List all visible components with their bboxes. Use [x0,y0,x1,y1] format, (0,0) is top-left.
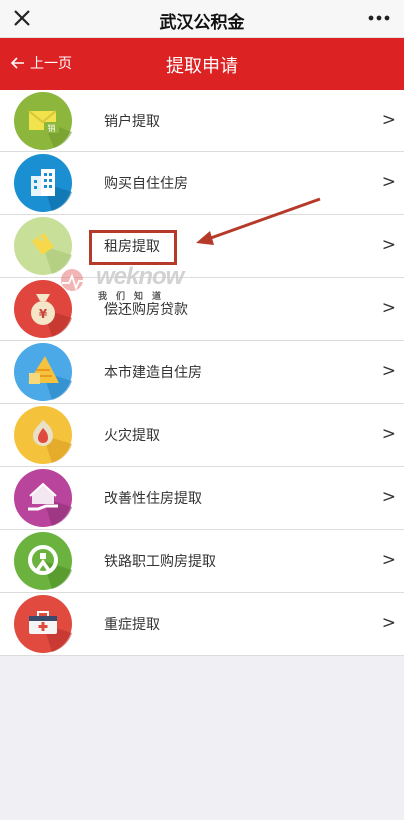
item-label: 改善性住房提取 [104,491,202,507]
tag-icon [14,217,72,275]
list-item-fire[interactable]: 火灾提取 > [0,404,404,467]
chevron-right-icon: > [381,424,396,444]
item-label: 销户提取 [104,114,160,130]
item-label: 火灾提取 [104,428,160,444]
svg-text:¥: ¥ [39,307,48,321]
chevron-right-icon: > [381,613,396,633]
list-item-self-build[interactable]: 本市建造自住房 > [0,341,404,404]
item-label: 购买自住住房 [104,176,188,192]
page-title: 提取申请 [166,56,238,77]
chevron-right-icon: > [381,235,396,255]
building-icon [14,154,72,212]
list-item-rent[interactable]: 租房提取 > [0,215,404,278]
bricks-icon [14,343,72,401]
money-bag-icon: ¥ [14,280,72,338]
item-label: 本市建造自住房 [104,365,202,381]
wechat-title-bar: 武汉公积金 [0,0,404,38]
list-item-railway-staff[interactable]: 铁路职工购房提取 > [0,530,404,593]
withdrawal-type-list: 销 销户提取 > 购买自住住房 > 租房提取 > ¥ 偿还购房贷款 > 本市建造… [0,90,404,656]
more-options-icon[interactable] [366,7,392,29]
list-item-serious-illness[interactable]: 重症提取 > [0,593,404,656]
list-item-account-closure[interactable]: 销 销户提取 > [0,90,404,152]
envelope-icon: 销 [14,92,72,150]
item-label: 铁路职工购房提取 [104,554,216,570]
list-item-repay-loan[interactable]: ¥ 偿还购房贷款 > [0,278,404,341]
medical-kit-icon [14,595,72,653]
item-label: 偿还购房贷款 [104,302,188,318]
chevron-right-icon: > [381,298,396,318]
item-label: 租房提取 [104,239,160,255]
list-item-buy-home[interactable]: 购买自住住房 > [0,152,404,215]
chevron-right-icon: > [381,110,396,130]
item-label: 重症提取 [104,617,160,633]
railway-icon [14,532,72,590]
page-header: 上一页 提取申请 [0,38,404,90]
chevron-right-icon: > [381,550,396,570]
chevron-right-icon: > [381,172,396,192]
chevron-right-icon: > [381,487,396,507]
list-item-improve-housing[interactable]: 改善性住房提取 > [0,467,404,530]
chevron-right-icon: > [381,361,396,381]
house-hand-icon [14,469,72,527]
window-title: 武汉公积金 [159,13,245,33]
svg-text:销: 销 [48,123,56,133]
fire-icon [14,406,72,464]
